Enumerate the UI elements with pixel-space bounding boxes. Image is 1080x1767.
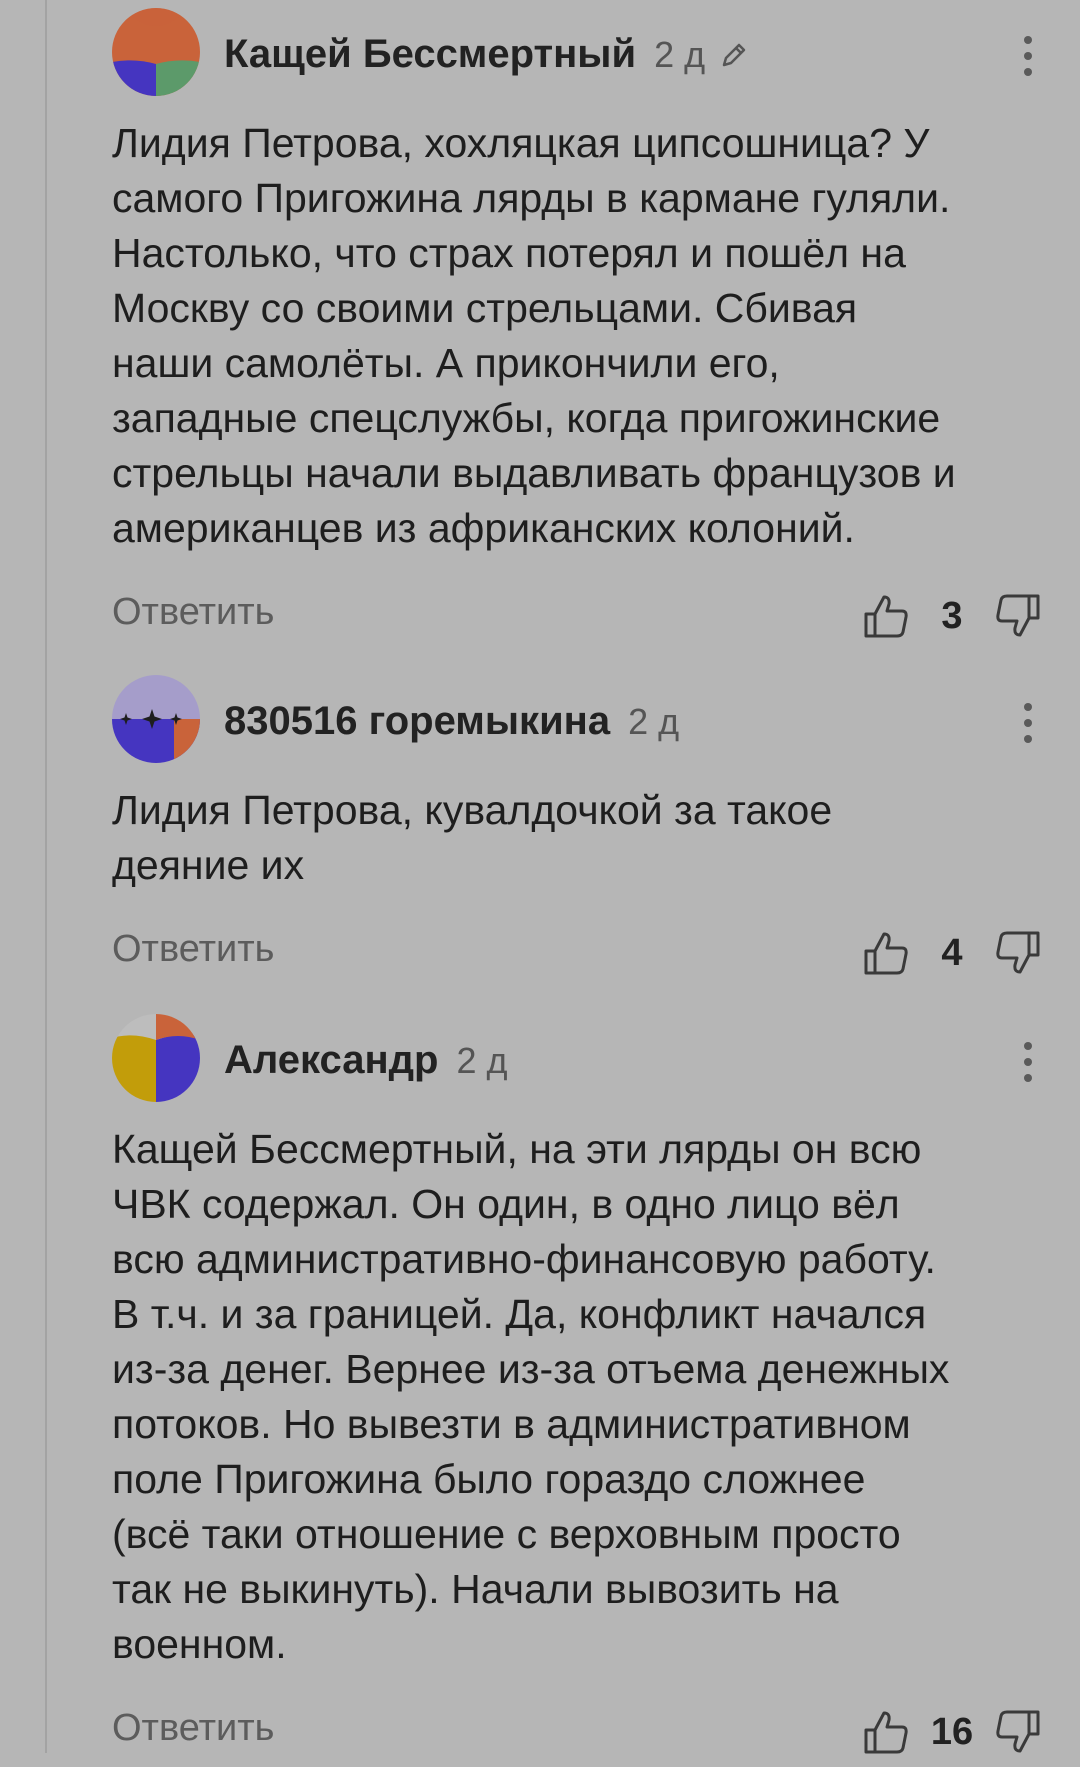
reply-button[interactable]: Ответить bbox=[112, 1707, 274, 1750]
comment-time: 2 д bbox=[628, 701, 680, 742]
comment-text-line: поле Пригожина было гораздо сложнее bbox=[112, 1456, 866, 1502]
comment-text-line: из-за денег. Вернее из-за отъема денежны… bbox=[112, 1346, 950, 1392]
comment-footer: Ответить 16 bbox=[112, 1697, 1042, 1767]
like-count: 16 bbox=[930, 1710, 974, 1753]
comment-text-line: самого Пригожина лярды в кармане гуляли. bbox=[112, 175, 951, 221]
comment-header: 830516 горемыкина 2 д bbox=[112, 675, 1042, 763]
comment-header: Александр 2 д bbox=[112, 1014, 1042, 1102]
thumbs-up-icon[interactable] bbox=[862, 1708, 910, 1756]
comment-text-line: Лидия Петрова, хохляцкая ципсошница? У bbox=[112, 120, 930, 166]
comment-text-line: (всё таки отношение с верховным просто bbox=[112, 1511, 901, 1557]
more-vertical-icon[interactable] bbox=[1020, 36, 1036, 76]
vote-bar: 4 bbox=[862, 918, 1042, 988]
avatar[interactable] bbox=[112, 8, 200, 96]
thumbs-up-icon[interactable] bbox=[862, 592, 910, 640]
comment-footer: Ответить 3 bbox=[112, 581, 1042, 651]
thumbs-down-icon[interactable] bbox=[994, 929, 1042, 977]
comment-text-line: Настолько, что страх потерял и пошёл на bbox=[112, 230, 906, 276]
author-name[interactable]: Александр bbox=[224, 1038, 438, 1083]
comment-text-line: потоков. Но вывезти в административном bbox=[112, 1401, 911, 1447]
comment-header: Кащей Бессмертный 2 д bbox=[112, 8, 1042, 96]
comment-text-line: западные спецслужбы, когда пригожинские bbox=[112, 395, 941, 441]
thumbs-down-icon[interactable] bbox=[994, 592, 1042, 640]
like-count: 3 bbox=[941, 594, 963, 637]
comment-time: 2 д bbox=[456, 1040, 508, 1081]
author-line: Кащей Бессмертный 2 д bbox=[224, 32, 749, 77]
comment-text-line: Лидия Петрова, кувалдочкой за такое bbox=[112, 787, 833, 833]
comment-text-line: так не выкинуть). Начали вывозить на bbox=[112, 1566, 839, 1612]
more-vertical-icon[interactable] bbox=[1020, 1042, 1036, 1082]
avatar[interactable] bbox=[112, 675, 200, 763]
comment-text-line: ЧВК содержал. Он один, в одно лицо вёл bbox=[112, 1181, 900, 1227]
more-vertical-icon[interactable] bbox=[1020, 703, 1036, 743]
vote-bar: 16 bbox=[862, 1697, 1042, 1767]
author-name[interactable]: 830516 горемыкина bbox=[224, 699, 610, 744]
comment-text-line: наши самолёты. А прикончили его, bbox=[112, 340, 780, 386]
author-line: Александр 2 д bbox=[224, 1038, 508, 1083]
comment-time: 2 д bbox=[654, 34, 706, 75]
comment: 830516 горемыкина 2 д Лидия Петрова, кув… bbox=[112, 675, 1042, 988]
author-line: 830516 горемыкина 2 д bbox=[224, 699, 679, 744]
author-name[interactable]: Кащей Бессмертный bbox=[224, 32, 636, 77]
comment-text-line: всю административно-финансовую работу. bbox=[112, 1236, 936, 1282]
reply-button[interactable]: Ответить bbox=[112, 591, 274, 634]
avatar[interactable] bbox=[112, 1014, 200, 1102]
thread-line bbox=[45, 0, 47, 1753]
comment-text-line: деяние их bbox=[112, 842, 305, 888]
comment-text-line: военном. bbox=[112, 1621, 287, 1667]
comment-text-line: стрельцы начали выдавливать французов и bbox=[112, 450, 956, 496]
comment-text: Лидия Петрова, кувалдочкой за такое деян… bbox=[112, 783, 1042, 893]
pencil-icon bbox=[719, 35, 749, 67]
comment-text: Кащей Бессмертный, на эти лярды он всю Ч… bbox=[112, 1122, 1042, 1672]
comment-text-line: В т.ч. и за границей. Да, конфликт начал… bbox=[112, 1291, 927, 1337]
comment-text-line: Кащей Бессмертный, на эти лярды он всю bbox=[112, 1126, 922, 1172]
comment-text-line: Москву со своими стрельцами. Сбивая bbox=[112, 285, 858, 331]
reply-button[interactable]: Ответить bbox=[112, 928, 274, 971]
thumbs-up-icon[interactable] bbox=[862, 929, 910, 977]
comment-footer: Ответить 4 bbox=[112, 918, 1042, 988]
thumbs-down-icon[interactable] bbox=[994, 1708, 1042, 1756]
vote-bar: 3 bbox=[862, 581, 1042, 651]
comment-text-line: американцев из африканских колоний. bbox=[112, 505, 855, 551]
comment: Кащей Бессмертный 2 д Лидия Петрова, хох… bbox=[112, 8, 1042, 651]
comment-text: Лидия Петрова, хохляцкая ципсошница? У с… bbox=[112, 116, 1042, 556]
comment: Александр 2 д Кащей Бессмертный, на эти … bbox=[112, 1014, 1042, 1767]
like-count: 4 bbox=[941, 931, 963, 974]
